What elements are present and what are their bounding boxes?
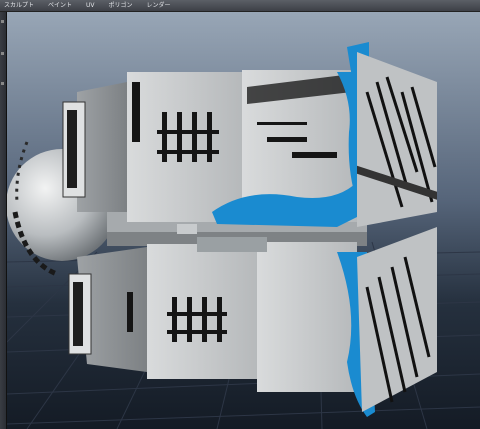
left-tool-strip[interactable] — [0, 12, 7, 429]
menu-item-uv[interactable]: UV — [86, 0, 95, 12]
tool-handle-icon[interactable] — [1, 52, 4, 55]
menu-item-sculpt[interactable]: スカルプト — [4, 0, 34, 12]
menu-bar: スカルプト ペイント UV ポリゴン レンダー — [0, 0, 480, 12]
menu-item-render[interactable]: レンダー — [147, 0, 171, 12]
menu-item-polygon[interactable]: ポリゴン — [109, 0, 133, 12]
tool-handle-icon[interactable] — [1, 20, 4, 23]
viewport-canvas[interactable] — [7, 12, 480, 429]
3d-viewport[interactable] — [7, 12, 480, 429]
menu-item-paint[interactable]: ペイント — [48, 0, 72, 12]
tool-handle-icon[interactable] — [1, 82, 4, 85]
